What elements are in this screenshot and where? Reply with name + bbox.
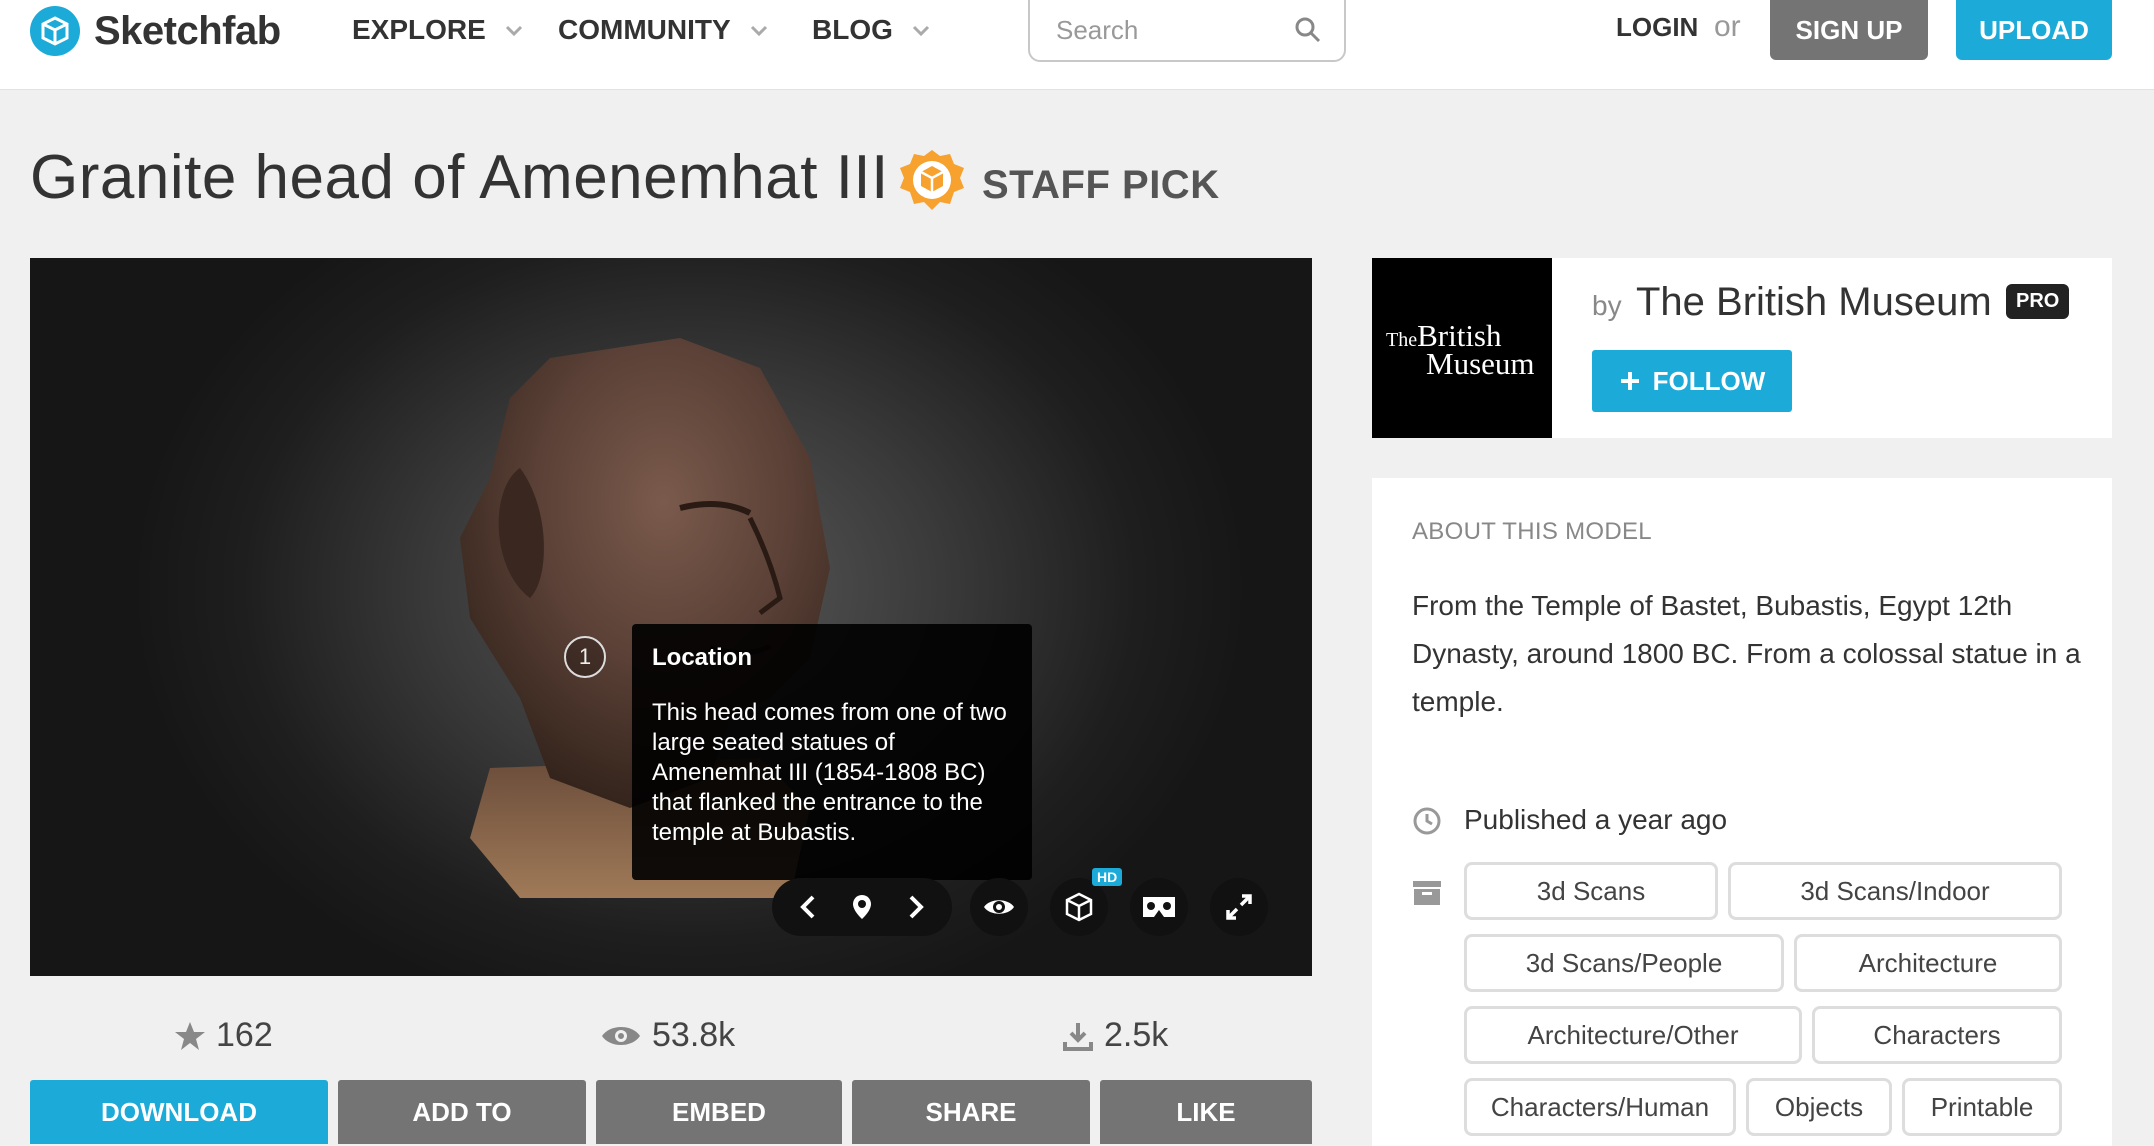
chevron-down-icon: [912, 25, 929, 37]
nav-explore-label: EXPLORE: [352, 14, 486, 45]
plus-icon: [1620, 372, 1639, 390]
hd-quality-button[interactable]: [1050, 878, 1108, 936]
clock-icon: [1413, 807, 1441, 835]
category-tag[interactable]: Architecture/Other: [1464, 1006, 1802, 1064]
museum-logo-line2: Museum: [1426, 346, 1535, 381]
pro-badge: PRO: [2006, 284, 2070, 319]
add-to-button[interactable]: ADD TO: [338, 1080, 586, 1144]
annotation-title: Location: [652, 644, 752, 671]
search-input[interactable]: [1056, 14, 1276, 46]
author-card: TheBritish Museum by The British Museum …: [1372, 258, 2112, 438]
staff-pick-badge-icon: [900, 150, 964, 210]
sketchfab-logo[interactable]: Sketchfab: [30, 6, 281, 56]
top-navigation-bar: Sketchfab EXPLORE COMMUNITY BLOG LOGIN o…: [0, 0, 2154, 90]
nav-explore[interactable]: EXPLORE: [352, 10, 524, 50]
chevron-left-icon[interactable]: [794, 892, 824, 922]
category-tag[interactable]: Characters: [1812, 1006, 2062, 1064]
follow-label: FOLLOW: [1652, 365, 1766, 396]
star-icon: [175, 1021, 205, 1050]
search-box: [1028, 0, 1346, 62]
category-tag[interactable]: Printable: [1902, 1078, 2062, 1136]
share-button[interactable]: SHARE: [852, 1080, 1090, 1144]
about-heading: ABOUT THIS MODEL: [1412, 518, 1652, 545]
or-separator: or: [1714, 10, 1741, 43]
location-pin-icon[interactable]: [847, 892, 877, 922]
downloads-count: 2.5k: [1104, 1016, 1169, 1054]
staff-pick-label: STAFF PICK: [982, 163, 1220, 207]
fullscreen-button[interactable]: [1210, 878, 1268, 936]
author-avatar[interactable]: TheBritish Museum: [1372, 258, 1552, 438]
nav-blog[interactable]: BLOG: [812, 10, 931, 50]
signup-button[interactable]: SIGN UP: [1770, 0, 1928, 60]
views-stat: 53.8k: [600, 1016, 735, 1055]
chevron-right-icon[interactable]: [900, 892, 930, 922]
category-tag[interactable]: Objects: [1746, 1078, 1892, 1136]
download-icon: [1063, 1022, 1093, 1051]
annotation-body: This head comes from one of two large se…: [652, 699, 1007, 846]
chevron-down-icon: [750, 25, 767, 37]
author-name[interactable]: The British Museum: [1636, 280, 1992, 325]
published-date: Published a year ago: [1464, 804, 1728, 835]
download-button[interactable]: DOWNLOAD: [30, 1080, 328, 1144]
like-button[interactable]: LIKE: [1100, 1080, 1312, 1144]
category-tag[interactable]: Architecture: [1794, 934, 2062, 992]
vr-button[interactable]: [1130, 878, 1188, 936]
category-tag[interactable]: 3d Scans/People: [1464, 934, 1784, 992]
view-mode-button[interactable]: [970, 878, 1028, 936]
hd-badge: HD: [1092, 868, 1123, 886]
downloads-stat: 2.5k: [1062, 1016, 1168, 1055]
fullscreen-icon: [1226, 894, 1252, 920]
nav-blog-label: BLOG: [812, 14, 893, 45]
embed-button[interactable]: EMBED: [596, 1080, 842, 1144]
about-model-card: ABOUT THIS MODEL From the Temple of Bast…: [1372, 478, 2112, 1146]
cube-icon: [1065, 892, 1093, 922]
brand-name: Sketchfab: [94, 8, 281, 53]
by-label: by: [1592, 290, 1622, 321]
sketchfab-cube-icon: [30, 6, 80, 56]
search-icon[interactable]: [1294, 16, 1322, 44]
vr-headset-icon: [1143, 897, 1175, 917]
category-tag[interactable]: 3d Scans/Indoor: [1728, 862, 2062, 920]
follow-button[interactable]: FOLLOW: [1592, 350, 1792, 412]
views-count: 53.8k: [652, 1016, 736, 1054]
annotation-hotspot[interactable]: 1: [564, 636, 606, 678]
3d-model-viewer[interactable]: 1 Location This head comes from one of t…: [30, 258, 1312, 976]
eye-icon: [984, 900, 1014, 914]
chevron-down-icon: [505, 25, 522, 37]
annotation-tooltip: Location This head comes from one of two…: [632, 624, 1032, 880]
model-description: From the Temple of Bastet, Bubastis, Egy…: [1412, 590, 2081, 717]
category-tag[interactable]: Characters/Human: [1464, 1078, 1736, 1136]
nav-community[interactable]: COMMUNITY: [558, 10, 769, 50]
nav-community-label: COMMUNITY: [558, 14, 731, 45]
annotation-navigation: [772, 878, 952, 936]
likes-count: 162: [216, 1016, 273, 1054]
category-icon: [1413, 881, 1441, 905]
login-link[interactable]: LOGIN: [1616, 12, 1698, 43]
category-tag[interactable]: 3d Scans: [1464, 862, 1718, 920]
eye-icon: [602, 1026, 640, 1045]
upload-button[interactable]: UPLOAD: [1956, 0, 2112, 60]
model-title: Granite head of Amenemhat III: [30, 143, 889, 212]
likes-stat: 162: [174, 1016, 273, 1055]
